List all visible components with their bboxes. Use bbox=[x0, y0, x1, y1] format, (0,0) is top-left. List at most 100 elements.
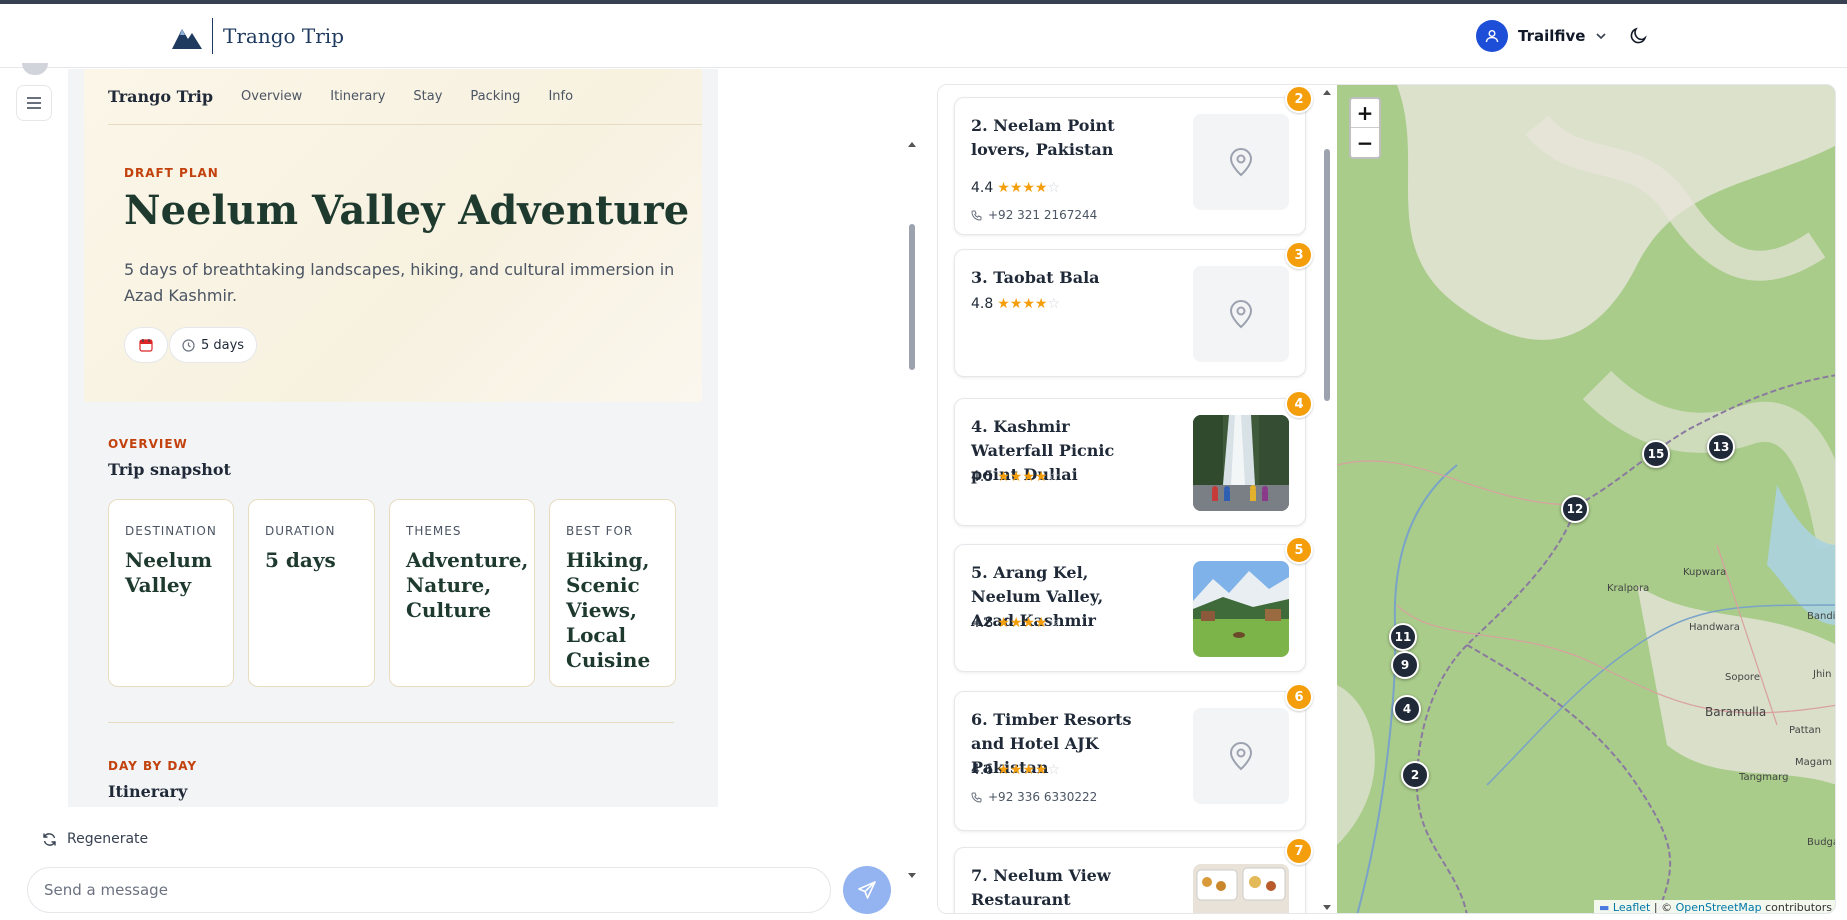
app-header: Trango Trip Trailfive bbox=[0, 4, 1847, 68]
snapshot-card-themes: THEMES Adventure, Nature, Culture bbox=[389, 499, 535, 687]
map-label: Baramulla bbox=[1705, 705, 1767, 719]
map-marker[interactable]: 9 bbox=[1391, 651, 1419, 679]
place-card[interactable]: 7. Neelum View Restaurant bbox=[954, 847, 1306, 913]
map-pin-icon bbox=[1229, 148, 1253, 177]
map-marker[interactable]: 2 bbox=[1401, 761, 1429, 789]
leaflet-link[interactable]: Leaflet bbox=[1613, 901, 1650, 913]
plan-nav-info[interactable]: Info bbox=[548, 89, 573, 104]
place-card[interactable]: 2. Neelam Point lovers, Pakistan 4.4 ★★★… bbox=[954, 97, 1306, 235]
collapsed-control[interactable] bbox=[22, 63, 48, 75]
user-menu[interactable]: Trailfive bbox=[1476, 20, 1607, 52]
place-card[interactable]: 5. Arang Kel, Neelum Valley, Azad Kashmi… bbox=[954, 544, 1306, 672]
itinerary-title: Itinerary bbox=[108, 782, 188, 801]
map-marker[interactable]: 13 bbox=[1707, 433, 1735, 461]
duration-chip-label: 5 days bbox=[200, 337, 245, 353]
plan-nav-brand[interactable]: Trango Trip bbox=[108, 87, 213, 106]
document-scrollbar[interactable] bbox=[908, 142, 916, 879]
plan-nav-overview[interactable]: Overview bbox=[241, 89, 302, 104]
place-number-badge: 7 bbox=[1285, 837, 1313, 865]
plan-nav-packing[interactable]: Packing bbox=[470, 89, 520, 104]
attribution-separator: | © bbox=[1650, 901, 1676, 914]
attribution-tail: contributors bbox=[1761, 901, 1832, 914]
map-label: Handwara bbox=[1689, 622, 1740, 633]
snapshot-label: DESTINATION bbox=[125, 524, 217, 538]
place-phone-number: +92 336 6330222 bbox=[988, 790, 1098, 804]
scroll-up-arrow-icon[interactable] bbox=[1323, 89, 1331, 95]
refresh-icon bbox=[43, 832, 56, 846]
theme-toggle-button[interactable] bbox=[1628, 26, 1648, 50]
place-rating: 4.8 ★★★★☆ bbox=[971, 296, 1060, 312]
places-scrollbar[interactable] bbox=[1321, 85, 1333, 913]
place-name: 2. Neelam Point lovers, Pakistan bbox=[971, 116, 1115, 159]
phone-icon bbox=[971, 792, 982, 803]
logo[interactable]: Trango Trip bbox=[172, 18, 344, 54]
map-marker[interactable]: 11 bbox=[1389, 623, 1417, 651]
map-view[interactable]: + − Kralpora Kupwara Handwara Sopore Bar… bbox=[1337, 85, 1836, 914]
place-photo-waterfall bbox=[1193, 415, 1289, 511]
place-rating: 4.6 ★★★★☆ bbox=[971, 762, 1060, 778]
osm-link[interactable]: OpenStreetMap bbox=[1676, 901, 1762, 913]
duration-chip[interactable]: 5 days bbox=[169, 327, 257, 363]
message-input[interactable]: Send a message bbox=[27, 867, 831, 913]
zoom-in-button[interactable]: + bbox=[1351, 99, 1379, 128]
map-terrain bbox=[1337, 85, 1835, 913]
user-name: Trailfive bbox=[1518, 27, 1586, 45]
logo-divider bbox=[212, 18, 213, 54]
place-number-badge: 2 bbox=[1285, 85, 1313, 113]
places-scrollbar-thumb[interactable] bbox=[1324, 149, 1330, 401]
place-rating-value: 4.8 bbox=[971, 615, 994, 631]
plan-nav-itinerary[interactable]: Itinerary bbox=[330, 89, 385, 104]
calendar-icon bbox=[139, 339, 153, 352]
scroll-down-arrow-icon[interactable] bbox=[908, 873, 916, 879]
map-label: Kralpora bbox=[1607, 583, 1650, 594]
place-phone[interactable]: +92 336 6330222 bbox=[971, 790, 1097, 804]
place-phone-number: +92 321 2167244 bbox=[988, 208, 1098, 222]
moon-icon bbox=[1630, 27, 1647, 44]
map-label: Budga bbox=[1807, 837, 1836, 848]
snapshot-label: THEMES bbox=[406, 524, 462, 538]
places-list: 2. Neelam Point lovers, Pakistan 4.4 ★★★… bbox=[938, 85, 1337, 913]
scroll-up-arrow-icon[interactable] bbox=[908, 141, 916, 147]
chat-panel: Trango Trip Overview Itinerary Stay Pack… bbox=[0, 63, 925, 920]
star-rating-icon: ★★★★☆ bbox=[997, 615, 1061, 631]
map-label: Tangmarg bbox=[1739, 772, 1789, 783]
place-phone[interactable]: +92 321 2167244 bbox=[971, 208, 1097, 222]
snapshot-label: BEST FOR bbox=[566, 524, 634, 538]
map-label: Sopore bbox=[1725, 672, 1760, 683]
scroll-down-arrow-icon[interactable] bbox=[1323, 905, 1331, 911]
phone-icon bbox=[971, 210, 982, 221]
place-card[interactable]: 6. Timber Resorts and Hotel AJK Pakistan… bbox=[954, 691, 1306, 831]
place-image-placeholder bbox=[1193, 266, 1289, 362]
map-label: Jhin bbox=[1813, 669, 1832, 680]
section-divider bbox=[108, 722, 674, 723]
map-label: Kupwara bbox=[1683, 567, 1727, 578]
plan-nav-stay[interactable]: Stay bbox=[413, 89, 442, 104]
hero-section: Trango Trip Overview Itinerary Stay Pack… bbox=[84, 69, 702, 402]
zoom-out-button[interactable]: − bbox=[1351, 128, 1379, 157]
map-attribution: ▬ Leaflet | © OpenStreetMap contributors bbox=[1594, 900, 1835, 914]
place-rating-value: 4.8 bbox=[971, 296, 994, 312]
map-marker[interactable]: 12 bbox=[1561, 495, 1589, 523]
place-number-badge: 6 bbox=[1285, 683, 1313, 711]
date-chip[interactable] bbox=[124, 327, 168, 363]
place-card[interactable]: 4. Kashmir Waterfall Picnic point Dullai… bbox=[954, 398, 1306, 526]
send-button[interactable] bbox=[843, 866, 891, 914]
map-pin-icon bbox=[1229, 300, 1253, 329]
regenerate-button[interactable]: Regenerate bbox=[42, 831, 148, 847]
place-photo-meadow bbox=[1193, 561, 1289, 657]
star-rating-icon: ★★★★☆ bbox=[997, 469, 1061, 485]
snapshot-value: Hiking, Scenic Views, Local Cuisine bbox=[566, 548, 651, 672]
star-rating-icon: ★★★★☆ bbox=[997, 296, 1061, 312]
map-marker[interactable]: 15 bbox=[1642, 440, 1670, 468]
place-image-placeholder bbox=[1193, 708, 1289, 804]
brand-name: Trango Trip bbox=[223, 24, 345, 48]
menu-button[interactable] bbox=[16, 85, 52, 121]
clock-icon bbox=[182, 338, 195, 352]
place-rating: 4.8 ★★★★☆ bbox=[971, 615, 1060, 631]
trip-description: 5 days of breathtaking landscapes, hikin… bbox=[124, 260, 675, 305]
place-rating-value: 4.6 bbox=[971, 762, 994, 778]
star-rating-icon: ★★★★☆ bbox=[997, 180, 1061, 196]
map-marker[interactable]: 4 bbox=[1393, 695, 1421, 723]
place-card[interactable]: 3. Taobat Bala 4.8 ★★★★☆ bbox=[954, 249, 1306, 377]
document-scrollbar-thumb[interactable] bbox=[909, 224, 915, 370]
